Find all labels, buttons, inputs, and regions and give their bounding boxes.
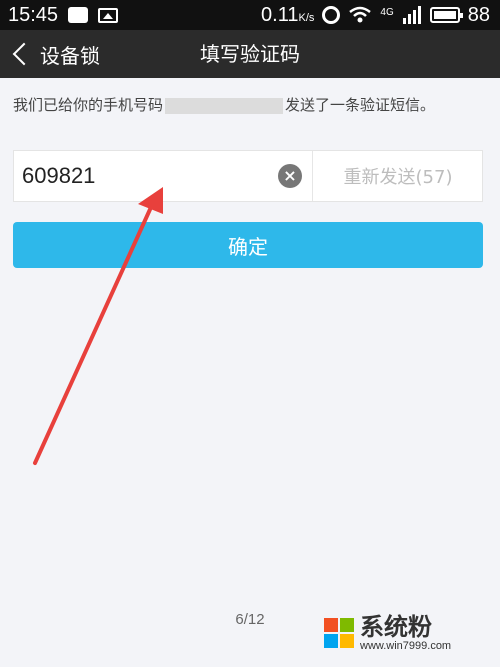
chevron-left-icon xyxy=(12,42,36,66)
message-text-after: 发送了一条验证短信。 xyxy=(285,96,436,114)
wifi-icon xyxy=(349,6,372,23)
watermark-brand: 系统粉 xyxy=(360,613,432,641)
windows-logo-icon xyxy=(324,618,354,648)
status-bar: 15:45 0.11K/s 4G 88 xyxy=(0,0,500,30)
logo-square xyxy=(340,634,354,648)
verification-code-row: × 重新发送(57) xyxy=(13,150,483,202)
image-icon xyxy=(98,7,119,23)
watermark-url: www.win7999.com xyxy=(360,640,452,652)
status-right: 0.11K/s 4G 88 xyxy=(261,4,500,27)
logo-square xyxy=(324,634,338,648)
clear-input-button[interactable]: × xyxy=(278,164,302,188)
status-left: 15:45 xyxy=(0,3,119,27)
nav-bar: 填写验证码 设备锁 xyxy=(0,30,500,78)
confirm-button[interactable]: 确定 xyxy=(13,222,483,268)
logo-square xyxy=(340,618,354,632)
back-button[interactable]: 设备锁 xyxy=(10,30,100,78)
message-text-before: 我们已给你的手机号码 xyxy=(13,96,164,114)
watermark-text: 系统粉 www.win7999.com xyxy=(360,614,451,652)
alarm-icon xyxy=(322,6,341,24)
battery-icon xyxy=(429,7,463,23)
signal-icon xyxy=(402,6,421,24)
network-speed-value: 0.11 xyxy=(261,3,299,26)
network-speed-unit: K/s xyxy=(298,11,315,24)
message-icon xyxy=(68,7,89,23)
battery-level: 88 xyxy=(467,3,490,26)
sms-sent-message: 我们已给你的手机号码 发送了一条验证短信。 xyxy=(13,94,485,116)
watermark: 系统粉 www.win7999.com xyxy=(324,603,494,663)
status-time: 15:45 xyxy=(8,3,59,26)
network-speed: 0.11K/s xyxy=(261,4,314,27)
close-icon: × xyxy=(283,166,297,185)
back-button-label: 设备锁 xyxy=(40,43,100,68)
logo-square xyxy=(324,618,338,632)
resend-code-button[interactable]: 重新发送(57) xyxy=(313,151,483,201)
verification-code-input[interactable] xyxy=(14,151,312,201)
masked-phone-number xyxy=(165,97,284,114)
network-type: 4G xyxy=(380,6,394,18)
